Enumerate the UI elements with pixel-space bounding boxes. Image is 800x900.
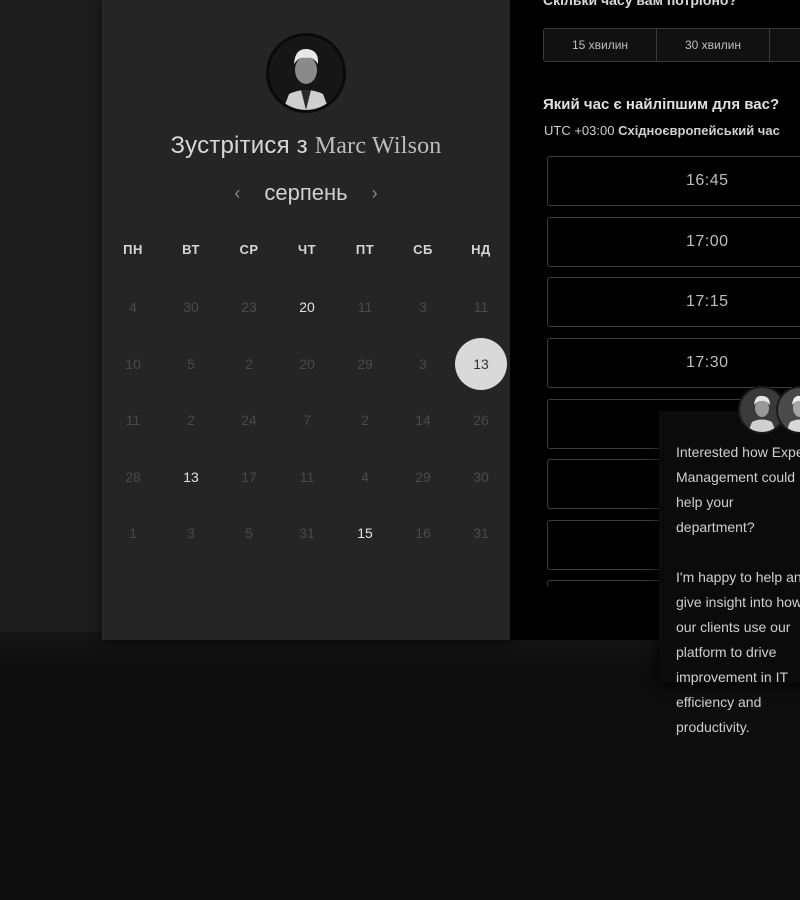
weekday-label: ПН: [123, 242, 143, 257]
month-label: серпень: [264, 180, 348, 205]
calendar-day: 4: [129, 299, 137, 315]
calendar-day: 28: [125, 468, 141, 485]
calendar-day: 11: [125, 412, 141, 428]
weekday-header: ПН ВТ СР ЧТ ПТ СБ НД: [104, 242, 510, 262]
calendar-day: 3: [419, 299, 427, 315]
calendar-day: 11: [299, 468, 315, 485]
calendar-day: 2: [187, 412, 195, 428]
time-slot[interactable]: 17:15: [547, 277, 800, 327]
meeting-title: Зустрітися з Marc Wilson: [102, 132, 510, 160]
chat-message: Interested how Expert Management could h…: [676, 444, 800, 735]
weekday-label: ЧТ: [297, 242, 317, 257]
duration-question: Скільки часу вам потрібно?: [543, 0, 738, 8]
calendar-day: 31: [299, 525, 315, 541]
calendar-day: 30: [183, 299, 199, 315]
timezone-name: Східноєвропейський час: [618, 123, 780, 138]
weekday-label: СБ: [413, 242, 433, 257]
calendar-day: 26: [473, 412, 489, 428]
calendar-day: 11: [357, 299, 373, 315]
duration-option[interactable]: 30 хвилин: [657, 29, 770, 61]
weekday-label: СР: [239, 242, 259, 257]
time-slot[interactable]: 17:00: [547, 217, 800, 267]
calendar-day: 11: [473, 299, 489, 315]
calendar-day: 14: [415, 412, 431, 428]
timezone-selector[interactable]: UTC +03:00 Східноєвропейський час: [544, 123, 780, 138]
calendar-day: 31: [473, 525, 489, 541]
time-slot[interactable]: 17:30: [547, 338, 800, 388]
calendar-day: 2: [245, 355, 253, 372]
calendar-day: 16: [415, 525, 431, 541]
calendar-day: 3: [187, 525, 195, 541]
calendar-day[interactable]: 15: [339, 507, 391, 559]
prev-month-button[interactable]: ‹: [230, 183, 244, 204]
calendar-day: 17: [241, 468, 257, 485]
calendar-day: 29: [357, 355, 373, 372]
calendar-day: 3: [419, 355, 427, 372]
duration-option-more[interactable]: [770, 29, 800, 61]
calendar-day-selected[interactable]: 13: [455, 337, 507, 390]
calendar-day: 4: [361, 468, 369, 485]
time-slot[interactable]: 16:45: [547, 156, 800, 206]
calendar-day: 24: [241, 412, 257, 428]
calendar-day: 10: [125, 355, 141, 372]
duration-selector: 15 хвилин 30 хвилин: [543, 28, 800, 62]
calendar-day: 23: [241, 299, 257, 315]
calendar-day: 7: [303, 412, 311, 428]
meeting-title-prefix: Зустрітися з: [170, 132, 308, 159]
host-avatar: [266, 33, 346, 113]
calendar-day: 20: [299, 355, 315, 372]
month-navigation: ‹ серпень ›: [102, 180, 510, 206]
weekday-label: НД: [471, 242, 491, 257]
calendar-day: 1: [129, 525, 137, 541]
calendar-day: 30: [473, 468, 489, 485]
calendar-day: 5: [245, 525, 253, 541]
weekday-label: ПТ: [355, 242, 375, 257]
calendar-day: 2: [361, 412, 369, 428]
calendar-day: 5: [187, 355, 195, 372]
host-name: Marc Wilson: [314, 133, 442, 159]
calendar-day: 29: [415, 468, 431, 485]
calendar-day[interactable]: 20: [281, 281, 333, 333]
calendar-day[interactable]: 13: [165, 451, 217, 503]
time-question: Який час є найліпшим для вас?: [543, 96, 780, 113]
duration-option[interactable]: 15 хвилин: [544, 29, 657, 61]
timezone-offset: UTC +03:00: [544, 123, 615, 138]
weekday-label: ВТ: [182, 242, 200, 257]
next-month-button[interactable]: ›: [368, 183, 382, 204]
